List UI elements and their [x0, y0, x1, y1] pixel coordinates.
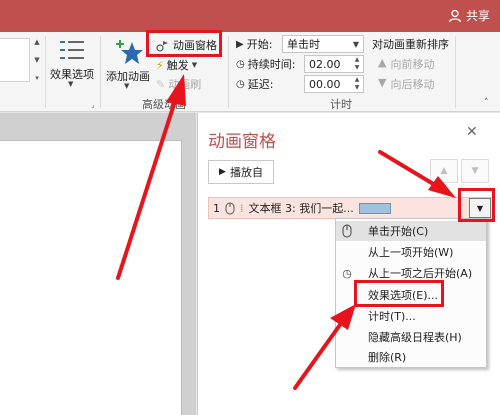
clock-icon: ◷ [236, 58, 245, 70]
spinner-arrows-icon[interactable]: ▲ ▼ [351, 76, 363, 92]
menu-label: 从上一项开始(W) [368, 246, 454, 259]
menu-item-with-previous[interactable]: 从上一项开始(W) [336, 242, 486, 262]
effect-options-icon [60, 41, 84, 59]
menu-label: 单击开始(C) [368, 225, 429, 238]
timing-group-label: 计时 [330, 98, 352, 111]
move-earlier-label: 向前移动 [390, 58, 435, 71]
title-bar: 共享 [0, 0, 500, 32]
advanced-animation-group-label: 高级动画 [142, 98, 186, 111]
menu-label: 隐藏高级日程表(H) [368, 331, 462, 344]
duration-spinner[interactable]: 02.00 ▲ ▼ [304, 55, 364, 73]
share-button[interactable]: 共享 [448, 7, 490, 24]
play-icon: ▶ [236, 38, 244, 50]
start-label: 开始: [246, 38, 273, 51]
gallery-scroll[interactable]: ▲ ▼ ▾ [32, 38, 42, 82]
clock-icon: ◷ [342, 266, 352, 280]
dialog-launcher-icon[interactable]: ⌟ [91, 100, 95, 109]
mouse-icon [225, 202, 235, 214]
menu-label: 从上一项之后开始(A) [368, 267, 473, 280]
chevron-down-icon: ▼ [191, 61, 198, 69]
lightning-icon: ⚡ [156, 58, 164, 72]
move-later-label: 向后移动 [390, 78, 435, 91]
play-from-button[interactable]: ▶ 播放自 [208, 160, 274, 184]
chevron-down-icon: ▼ [68, 80, 74, 88]
annotation-box-animation-pane [146, 30, 222, 57]
menu-item-start-on-click[interactable]: 单击开始(C) [336, 221, 486, 241]
start-dropdown[interactable]: 单击时 ▼ [282, 35, 364, 53]
play-icon: ▶ [219, 167, 226, 177]
delay-value: 00.00 [309, 77, 341, 91]
close-icon[interactable]: ✕ [466, 124, 478, 140]
arrow-up-icon: ▲ [378, 56, 387, 69]
start-row: ▶ 开始: [236, 36, 272, 52]
collapse-ribbon-icon[interactable]: ˄ [484, 98, 489, 108]
reorder-label: 对动画重新排序 [372, 38, 449, 51]
animation-painter-button[interactable]: ✎ 动画刷 [156, 76, 201, 92]
timeline-bar[interactable] [358, 202, 391, 214]
clock-icon: ◷ [236, 78, 245, 90]
animation-painter-label: 动画刷 [168, 78, 202, 91]
pane-title: 动画窗格 [208, 132, 276, 152]
spinner-arrows-icon[interactable]: ▲ ▼ [351, 56, 363, 72]
move-up-button[interactable]: ▲ [430, 159, 458, 183]
move-later-button[interactable]: ▼ 向后移动 [378, 76, 434, 92]
start-value: 单击时 [287, 38, 320, 51]
ribbon: ▲ ▼ ▾ 效果选项 ▼ ⌟ 添加动画 ▼ 动画窗格 ⚡ 触发 ▼ ✎ 动画刷 … [0, 32, 500, 112]
add-animation-button[interactable]: 添加动画 ▼ [104, 36, 152, 100]
animation-list-item[interactable]: 1 ⁞ 文本框 3: 我们一起... [208, 197, 494, 219]
chevron-down-icon: ▼ [352, 39, 360, 49]
delay-spinner[interactable]: 00.00 ▲ ▼ [304, 75, 364, 93]
duration-value: 02.00 [309, 57, 341, 71]
move-earlier-button[interactable]: ▲ 向前移动 [378, 56, 434, 72]
row-number: 1 [213, 201, 220, 215]
arrow-down-icon: ▼ [378, 76, 387, 89]
person-icon [448, 9, 462, 22]
duration-label: 持续时间: [247, 58, 296, 71]
trigger-label: 触发 [166, 59, 189, 72]
menu-item-timing[interactable]: 计时(T)... [336, 306, 486, 326]
menu-item-delete[interactable]: 删除(R) [336, 347, 486, 367]
menu-label: 计时(T)... [368, 310, 416, 323]
move-down-button[interactable]: ▼ [461, 159, 489, 183]
delay-row: ◷ 延迟: [236, 76, 273, 92]
effect-star-icon: ⁞ [240, 201, 244, 215]
annotation-box-effect-options [354, 280, 444, 307]
duration-row: ◷ 持续时间: [236, 56, 295, 72]
star-icon [116, 40, 143, 64]
delay-label: 延迟: [247, 78, 274, 91]
mouse-icon [342, 224, 352, 238]
trigger-button[interactable]: ⚡ 触发 ▼ [156, 57, 197, 73]
chevron-down-icon: ▼ [124, 82, 130, 90]
slide-canvas[interactable] [0, 140, 182, 415]
menu-label: 删除(R) [368, 351, 407, 364]
effect-options-button[interactable]: 效果选项 ▼ [50, 36, 94, 100]
brush-icon: ✎ [156, 77, 166, 91]
animation-gallery[interactable] [0, 38, 30, 82]
menu-item-hide-timeline[interactable]: 隐藏高级日程表(H) [336, 327, 486, 347]
row-text: 文本框 3: 我们一起... [248, 202, 354, 215]
arrow-down-icon: ▼ [471, 166, 479, 176]
play-from-label: 播放自 [229, 166, 263, 179]
annotation-box-row-dropdown [458, 188, 495, 222]
share-label: 共享 [465, 9, 490, 23]
arrow-up-icon: ▲ [440, 166, 448, 176]
